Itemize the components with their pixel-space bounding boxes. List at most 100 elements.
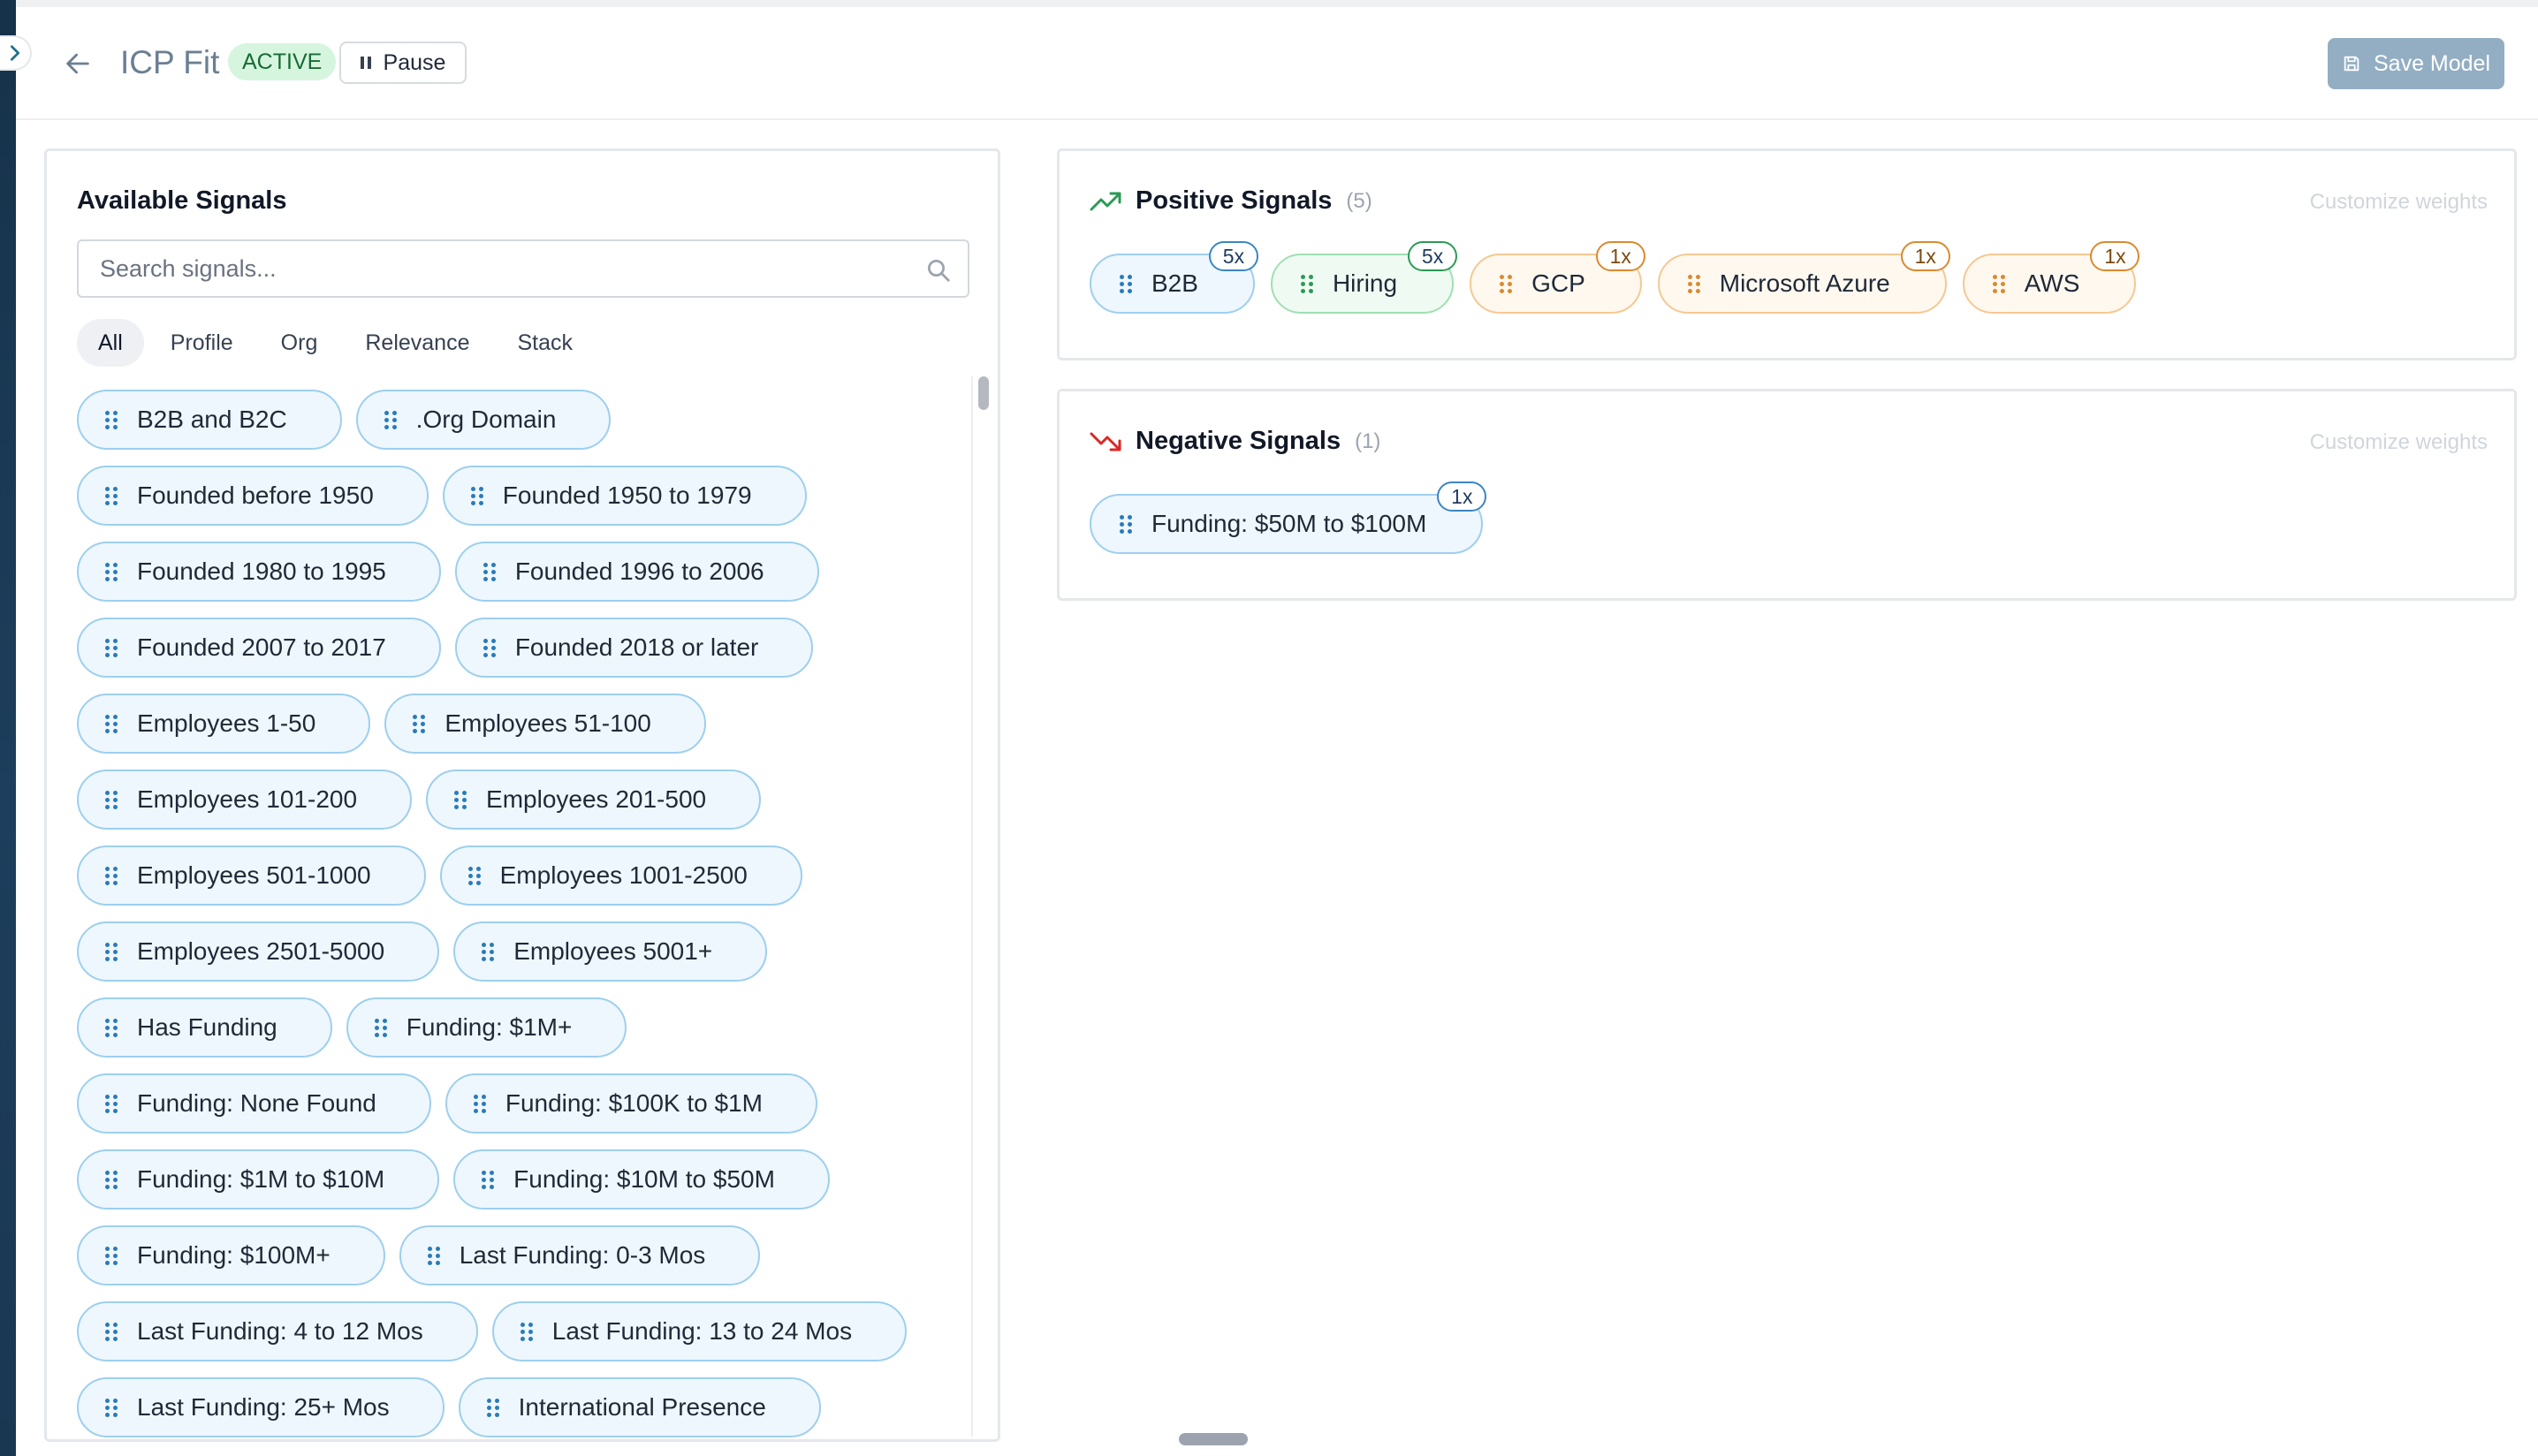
drag-handle-icon[interactable] bbox=[384, 410, 397, 429]
available-signals-title: Available Signals bbox=[77, 186, 287, 215]
filter-tab-relevance[interactable]: Relevance bbox=[344, 319, 490, 367]
drag-handle-icon[interactable] bbox=[105, 638, 118, 657]
drag-handle-icon[interactable] bbox=[1500, 274, 1513, 293]
drag-handle-icon[interactable] bbox=[1992, 274, 2005, 293]
drag-handle-icon[interactable] bbox=[520, 1322, 533, 1341]
drag-handle-icon[interactable] bbox=[105, 486, 118, 505]
signal-chip[interactable]: Has Funding bbox=[77, 997, 332, 1058]
signal-chip[interactable]: Funding: $100K to $1M bbox=[445, 1073, 817, 1134]
signal-chip-label: Employees 201-500 bbox=[486, 785, 707, 813]
negative-signal-chip[interactable]: Funding: $50M to $100M 1x bbox=[1090, 482, 1487, 554]
signal-chip-label: Employees 101-200 bbox=[137, 785, 358, 813]
pause-button[interactable]: Pause bbox=[339, 42, 467, 84]
drag-handle-icon[interactable] bbox=[454, 790, 467, 809]
drag-handle-icon[interactable] bbox=[482, 942, 495, 961]
drag-handle-icon[interactable] bbox=[105, 562, 118, 581]
signal-chip[interactable]: Employees 501-1000 bbox=[77, 846, 426, 906]
filter-tab-stack[interactable]: Stack bbox=[497, 319, 595, 367]
signal-chip[interactable]: Founded 1996 to 2006 bbox=[454, 542, 819, 602]
drag-handle-icon[interactable] bbox=[413, 714, 426, 733]
signal-chip[interactable]: Funding: None Found bbox=[77, 1073, 431, 1134]
filter-tab-profile[interactable]: Profile bbox=[149, 319, 255, 367]
weight-badge[interactable]: 1x bbox=[1437, 482, 1487, 512]
drag-handle-icon[interactable] bbox=[105, 790, 118, 809]
drag-handle-icon[interactable] bbox=[473, 1094, 486, 1113]
positive-signal-chip[interactable]: Microsoft Azure 1x bbox=[1657, 241, 1950, 314]
signal-chip[interactable]: B2B and B2C bbox=[77, 390, 342, 450]
drag-handle-icon[interactable] bbox=[105, 714, 118, 733]
signal-chip[interactable]: Employees 101-200 bbox=[77, 770, 413, 830]
signal-chip-label: Employees 1001-2500 bbox=[499, 861, 748, 889]
signal-chip[interactable]: Last Funding: 13 to 24 Mos bbox=[491, 1301, 908, 1361]
scrollbar-track bbox=[971, 376, 973, 1437]
drag-handle-icon[interactable] bbox=[1687, 274, 1700, 293]
signal-chip[interactable]: Funding: $100M+ bbox=[77, 1225, 385, 1285]
signal-row: Employees 1-50 Employees 51-100 bbox=[77, 694, 961, 755]
weight-badge[interactable]: 5x bbox=[1408, 241, 1458, 271]
drag-handle-icon[interactable] bbox=[483, 562, 496, 581]
signal-chip-label: Microsoft Azure bbox=[1719, 269, 1890, 297]
signal-chip[interactable]: Last Funding: 25+ Mos bbox=[77, 1377, 445, 1437]
drag-handle-icon[interactable] bbox=[1120, 274, 1132, 293]
signal-chip-label: GCP bbox=[1531, 269, 1585, 297]
drag-handle-icon[interactable] bbox=[470, 486, 483, 505]
drag-handle-icon[interactable] bbox=[105, 1246, 118, 1265]
signal-chip-label: B2B and B2C bbox=[137, 406, 287, 433]
signal-chip[interactable]: Founded 1980 to 1995 bbox=[77, 542, 441, 602]
positive-signal-chip[interactable]: B2B 5x bbox=[1090, 241, 1258, 314]
positive-signal-chip[interactable]: AWS 1x bbox=[1962, 241, 2140, 314]
drag-handle-icon[interactable] bbox=[105, 1322, 118, 1341]
signal-chip[interactable]: Funding: $1M to $10M bbox=[77, 1149, 440, 1210]
signal-chip[interactable]: .Org Domain bbox=[355, 390, 612, 450]
drag-handle-icon[interactable] bbox=[427, 1246, 440, 1265]
drag-handle-icon[interactable] bbox=[105, 1094, 118, 1113]
weight-badge[interactable]: 1x bbox=[1900, 241, 1950, 271]
drag-handle-icon[interactable] bbox=[1300, 274, 1313, 293]
signal-chip[interactable]: Last Funding: 0-3 Mos bbox=[399, 1225, 761, 1285]
search-input[interactable] bbox=[79, 241, 968, 296]
scrollbar-thumb[interactable] bbox=[978, 376, 989, 410]
signal-list-scrollbar[interactable] bbox=[971, 376, 991, 1437]
back-button[interactable] bbox=[60, 46, 95, 81]
weight-badge[interactable]: 1x bbox=[1595, 241, 1645, 271]
positive-customize-weights[interactable]: Customize weights bbox=[2310, 190, 2488, 215]
signal-chip[interactable]: Employees 51-100 bbox=[384, 694, 706, 754]
signal-chip[interactable]: Employees 1-50 bbox=[77, 694, 371, 754]
signal-chip-label: Founded 1980 to 1995 bbox=[137, 557, 386, 585]
positive-signal-chip[interactable]: GCP 1x bbox=[1470, 241, 1645, 314]
filter-tab-org[interactable]: Org bbox=[260, 319, 339, 367]
signal-chip[interactable]: Employees 1001-2500 bbox=[439, 846, 802, 906]
signal-chip[interactable]: Founded 2018 or later bbox=[454, 618, 814, 678]
signal-chip[interactable]: International Presence bbox=[458, 1377, 821, 1437]
drag-handle-icon[interactable] bbox=[482, 1170, 495, 1189]
signal-chip[interactable]: Founded 2007 to 2017 bbox=[77, 618, 441, 678]
signal-chip[interactable]: Employees 5001+ bbox=[453, 921, 768, 982]
signal-chip[interactable]: Founded 1950 to 1979 bbox=[442, 466, 807, 526]
signal-chip-label: B2B bbox=[1151, 269, 1198, 297]
save-model-button[interactable]: Save Model bbox=[2328, 38, 2504, 89]
drag-handle-icon[interactable] bbox=[467, 866, 481, 885]
drag-handle-icon[interactable] bbox=[486, 1398, 499, 1417]
drag-handle-icon[interactable] bbox=[105, 942, 118, 961]
signal-chip[interactable]: Funding: $1M+ bbox=[346, 997, 627, 1058]
drag-handle-icon[interactable] bbox=[1120, 514, 1132, 534]
signal-chip[interactable]: Employees 2501-5000 bbox=[77, 921, 440, 982]
drag-handle-icon[interactable] bbox=[105, 866, 118, 885]
negative-customize-weights[interactable]: Customize weights bbox=[2310, 430, 2488, 455]
signal-chip[interactable]: Employees 201-500 bbox=[426, 770, 762, 830]
drag-handle-icon[interactable] bbox=[105, 1018, 118, 1037]
drag-handle-icon[interactable] bbox=[105, 1170, 118, 1189]
drag-handle-icon[interactable] bbox=[483, 638, 496, 657]
weight-badge[interactable]: 5x bbox=[1208, 241, 1258, 271]
drag-handle-icon[interactable] bbox=[105, 410, 118, 429]
drag-handle-icon[interactable] bbox=[105, 1398, 118, 1417]
positive-signals-count: (5) bbox=[1346, 188, 1372, 213]
resize-handle[interactable] bbox=[1179, 1433, 1248, 1445]
drag-handle-icon[interactable] bbox=[374, 1018, 387, 1037]
positive-signal-chip[interactable]: Hiring 5x bbox=[1270, 241, 1458, 314]
weight-badge[interactable]: 1x bbox=[2090, 241, 2140, 271]
filter-tab-all[interactable]: All bbox=[77, 319, 144, 367]
signal-chip[interactable]: Last Funding: 4 to 12 Mos bbox=[77, 1301, 478, 1361]
signal-chip[interactable]: Funding: $10M to $50M bbox=[453, 1149, 830, 1210]
signal-chip[interactable]: Founded before 1950 bbox=[77, 466, 429, 526]
